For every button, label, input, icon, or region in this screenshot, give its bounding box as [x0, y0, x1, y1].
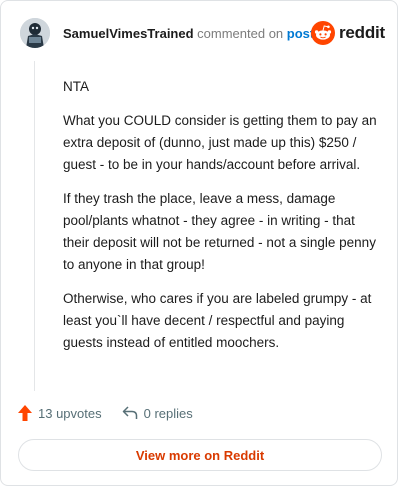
avatar[interactable]: [20, 18, 50, 48]
comment-paragraph: What you COULD consider is getting them …: [63, 113, 377, 172]
thread-line[interactable]: [34, 61, 35, 391]
upvote-count: 13 upvotes: [38, 405, 102, 421]
comment-action-text: commented on: [197, 26, 284, 41]
view-more-button[interactable]: View more on Reddit: [18, 439, 382, 471]
reply-count: 0 replies: [143, 405, 193, 421]
reddit-logo-icon: [311, 21, 335, 45]
comment-card: SamuelVimesTrained commented on post red…: [0, 0, 398, 486]
upvote-button[interactable]: 13 upvotes: [18, 405, 102, 421]
comment-paragraph: NTA: [63, 79, 89, 94]
reply-button[interactable]: 0 replies: [122, 406, 193, 421]
reddit-brand[interactable]: reddit: [311, 21, 385, 45]
upvote-arrow-icon: [18, 405, 32, 421]
reddit-wordmark: reddit: [339, 23, 386, 42]
comment-paragraph: Otherwise, who cares if you are labeled …: [63, 291, 372, 350]
comment-actions: 13 upvotes 0 replies: [18, 405, 193, 421]
avatar-image: [20, 18, 50, 48]
comment-body: NTA What you COULD consider is getting t…: [63, 76, 381, 366]
comment-paragraph: If they trash the place, leave a mess, d…: [63, 191, 376, 272]
username[interactable]: SamuelVimesTrained: [63, 26, 194, 41]
reply-arrow-icon: [122, 406, 137, 419]
comment-header: SamuelVimesTrained commented on post: [63, 26, 314, 42]
